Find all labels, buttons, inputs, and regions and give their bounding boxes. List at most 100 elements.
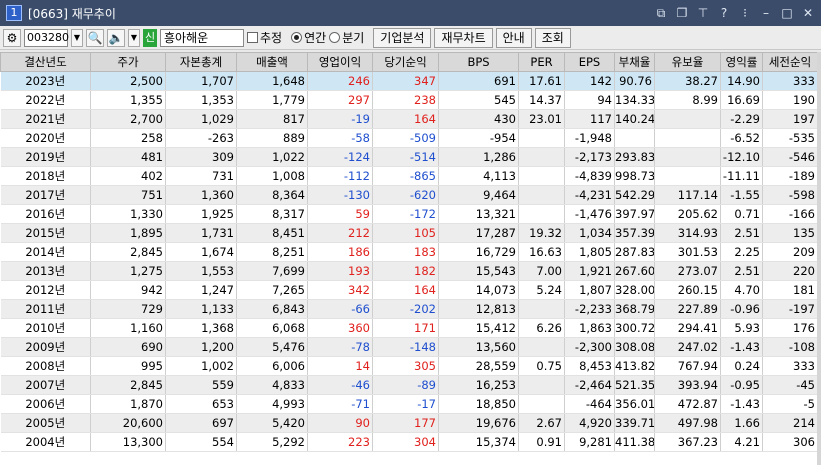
annual-radio[interactable]: 연간 — [291, 29, 326, 46]
table-cell: -124 — [307, 147, 373, 167]
column-header[interactable]: 주가 — [90, 52, 166, 72]
table-cell: 16,729 — [438, 242, 519, 262]
table-row[interactable]: 2004년 13,300 554 5,292 223 304 15,374 0.91 9,281… — [0, 432, 817, 452]
table-cell: 691 — [438, 71, 519, 91]
table-cell: 293.83 — [614, 147, 655, 167]
column-header[interactable]: 결산년도 — [0, 52, 91, 72]
table-row[interactable]: 2012년 942 1,247 7,265 342 164 14,073 5.24 1,807 3… — [0, 280, 817, 300]
column-header[interactable]: 영업이익 — [307, 52, 373, 72]
financial-table-container: 결산년도 주가 자본총계 매출액 영업이익 당기순익 BPS PER EPS 부채율 유보율 영익률 세… — [0, 52, 817, 465]
table-cell: 1,275 — [90, 261, 166, 281]
table-cell: -4,839 — [564, 166, 615, 186]
table-cell: 1,731 — [165, 223, 237, 243]
column-header[interactable]: PER — [518, 52, 565, 72]
table-row[interactable]: 2009년 690 1,200 5,476 -78 -148 13,560 -2,300 308… — [0, 337, 817, 357]
table-cell: 190 — [762, 90, 817, 110]
table-cell: 1,779 — [236, 90, 308, 110]
help-icon[interactable]: ? — [717, 6, 731, 20]
table-cell: -1.55 — [720, 185, 763, 205]
table-cell: 690 — [90, 337, 166, 357]
column-header[interactable]: 부채율 — [614, 52, 655, 72]
table-row[interactable]: 2010년 1,160 1,368 6,068 360 171 15,412 6.26 1,86… — [0, 318, 817, 338]
column-header[interactable]: BPS — [438, 52, 519, 72]
column-header[interactable]: EPS — [564, 52, 615, 72]
table-cell: 545 — [438, 90, 519, 110]
search-button[interactable]: 조회 — [534, 27, 571, 48]
checkbox-box[interactable] — [247, 32, 258, 43]
table-cell: 2.25 — [720, 242, 763, 262]
sound-dropdown-icon[interactable]: ▼ — [128, 28, 140, 47]
column-header[interactable]: 유보율 — [654, 52, 721, 72]
search-icon[interactable]: 🔍 — [86, 28, 104, 47]
table-row[interactable]: 2016년 1,330 1,925 8,317 59 -172 13,321 -1,476 39… — [0, 204, 817, 224]
code-dropdown-icon[interactable]: ▼ — [71, 28, 83, 47]
year-cell: 2013년 — [0, 261, 91, 281]
table-cell: 6,068 — [236, 318, 308, 338]
stock-code-input[interactable]: 003280 — [24, 28, 69, 47]
table-row[interactable]: 2014년 2,845 1,674 8,251 186 183 16,729 16.63 1,8… — [0, 242, 817, 262]
table-row[interactable]: 2018년 402 731 1,008 -112 -865 4,113 -4,839 998.7… — [0, 166, 817, 186]
table-row[interactable]: 2020년 258 -263 889 -58 -509 -954 -1,948 -6.52 -53… — [0, 128, 817, 148]
radio-dot-quarter[interactable] — [329, 32, 341, 43]
table-row[interactable]: 2011년 729 1,133 6,843 -66 -202 12,813 -2,233 368… — [0, 299, 817, 319]
table-cell: 267.60 — [614, 261, 655, 281]
radio-dot-annual[interactable] — [291, 32, 303, 43]
copy-window-icon[interactable]: ❐ — [675, 6, 689, 20]
table-row[interactable]: 2017년 751 1,360 8,364 -130 -620 9,464 -4,231 542… — [0, 185, 817, 205]
table-cell: 13,321 — [438, 204, 519, 224]
table-cell: 367.23 — [654, 432, 721, 452]
table-row[interactable]: 2015년 1,895 1,731 8,451 212 105 17,287 19.32 1,0… — [0, 223, 817, 243]
column-header[interactable]: 세전순익 — [762, 52, 817, 72]
link-icon[interactable]: ⧉ — [654, 6, 668, 20]
table-row[interactable]: 2021년 2,700 1,029 817 -19 164 430 23.01 117 140.2… — [0, 109, 817, 129]
table-cell: 7,699 — [236, 261, 308, 281]
settings-gear-icon[interactable]: ⚙ — [3, 28, 21, 47]
estimate-checkbox[interactable]: 추정 — [247, 29, 282, 46]
table-row[interactable]: 2023년 2,500 1,707 1,648 246 347 691 17.61 142 90.… — [0, 71, 817, 91]
table-cell: 2,845 — [90, 375, 166, 395]
table-cell: 1,925 — [165, 204, 237, 224]
table-cell: 297 — [307, 90, 373, 110]
table-cell: -514 — [372, 147, 439, 167]
financial-table: 결산년도 주가 자본총계 매출액 영업이익 당기순익 BPS PER EPS 부채율 유보율 영익률 세… — [0, 52, 817, 452]
table-cell: 6.26 — [518, 318, 565, 338]
table-row[interactable]: 2008년 995 1,002 6,006 14 305 28,559 0.75 8,453 41… — [0, 356, 817, 376]
year-cell: 2017년 — [0, 185, 91, 205]
table-cell: -865 — [372, 166, 439, 186]
table-cell: 105 — [372, 223, 439, 243]
table-cell: 1,368 — [165, 318, 237, 338]
table-cell: -1.43 — [720, 394, 763, 414]
table-cell: 751 — [90, 185, 166, 205]
minimize-icon[interactable]: – — [759, 6, 773, 20]
table-row[interactable]: 2007년 2,845 559 4,833 -46 -89 16,253 -2,464 521.… — [0, 375, 817, 395]
table-cell: 8,453 — [564, 356, 615, 376]
finance-chart-button[interactable]: 재무차트 — [434, 27, 493, 48]
vertical-scrollbar[interactable] — [817, 52, 821, 465]
year-cell: 2012년 — [0, 280, 91, 300]
column-header[interactable]: 매출액 — [236, 52, 308, 72]
column-header[interactable]: 자본총계 — [165, 52, 237, 72]
sound-icon[interactable]: 🔈 — [107, 28, 125, 47]
table-row[interactable]: 2005년 20,600 697 5,420 90 177 19,676 2.67 4,920 3… — [0, 413, 817, 433]
table-row[interactable]: 2013년 1,275 1,553 7,699 193 182 15,543 7.00 1,92… — [0, 261, 817, 281]
table-cell: -66 — [307, 299, 373, 319]
table-cell: -4,231 — [564, 185, 615, 205]
company-analysis-button[interactable]: 기업분석 — [373, 27, 432, 48]
table-cell: 15,374 — [438, 432, 519, 452]
table-cell: 817 — [236, 109, 308, 129]
maximize-icon[interactable]: □ — [780, 6, 794, 20]
quarter-radio[interactable]: 분기 — [329, 29, 364, 46]
column-header[interactable]: 당기순익 — [372, 52, 439, 72]
table-cell: 1,034 — [564, 223, 615, 243]
table-cell: 333 — [762, 71, 817, 91]
year-cell: 2004년 — [0, 432, 91, 452]
close-icon[interactable]: ✕ — [801, 6, 815, 20]
company-name-field[interactable]: 흥아해운 — [160, 28, 244, 47]
column-header[interactable]: 영익률 — [720, 52, 763, 72]
table-row[interactable]: 2006년 1,870 653 4,993 -71 -17 18,850 -464 356.01… — [0, 394, 817, 414]
table-row[interactable]: 2022년 1,355 1,353 1,779 297 238 545 14.37 94 134.… — [0, 90, 817, 110]
guide-button[interactable]: 안내 — [495, 27, 532, 48]
pin-icon[interactable]: ⊤ — [696, 6, 710, 20]
table-row[interactable]: 2019년 481 309 1,022 -124 -514 1,286 -2,173 293.8… — [0, 147, 817, 167]
table-cell: 15,412 — [438, 318, 519, 338]
